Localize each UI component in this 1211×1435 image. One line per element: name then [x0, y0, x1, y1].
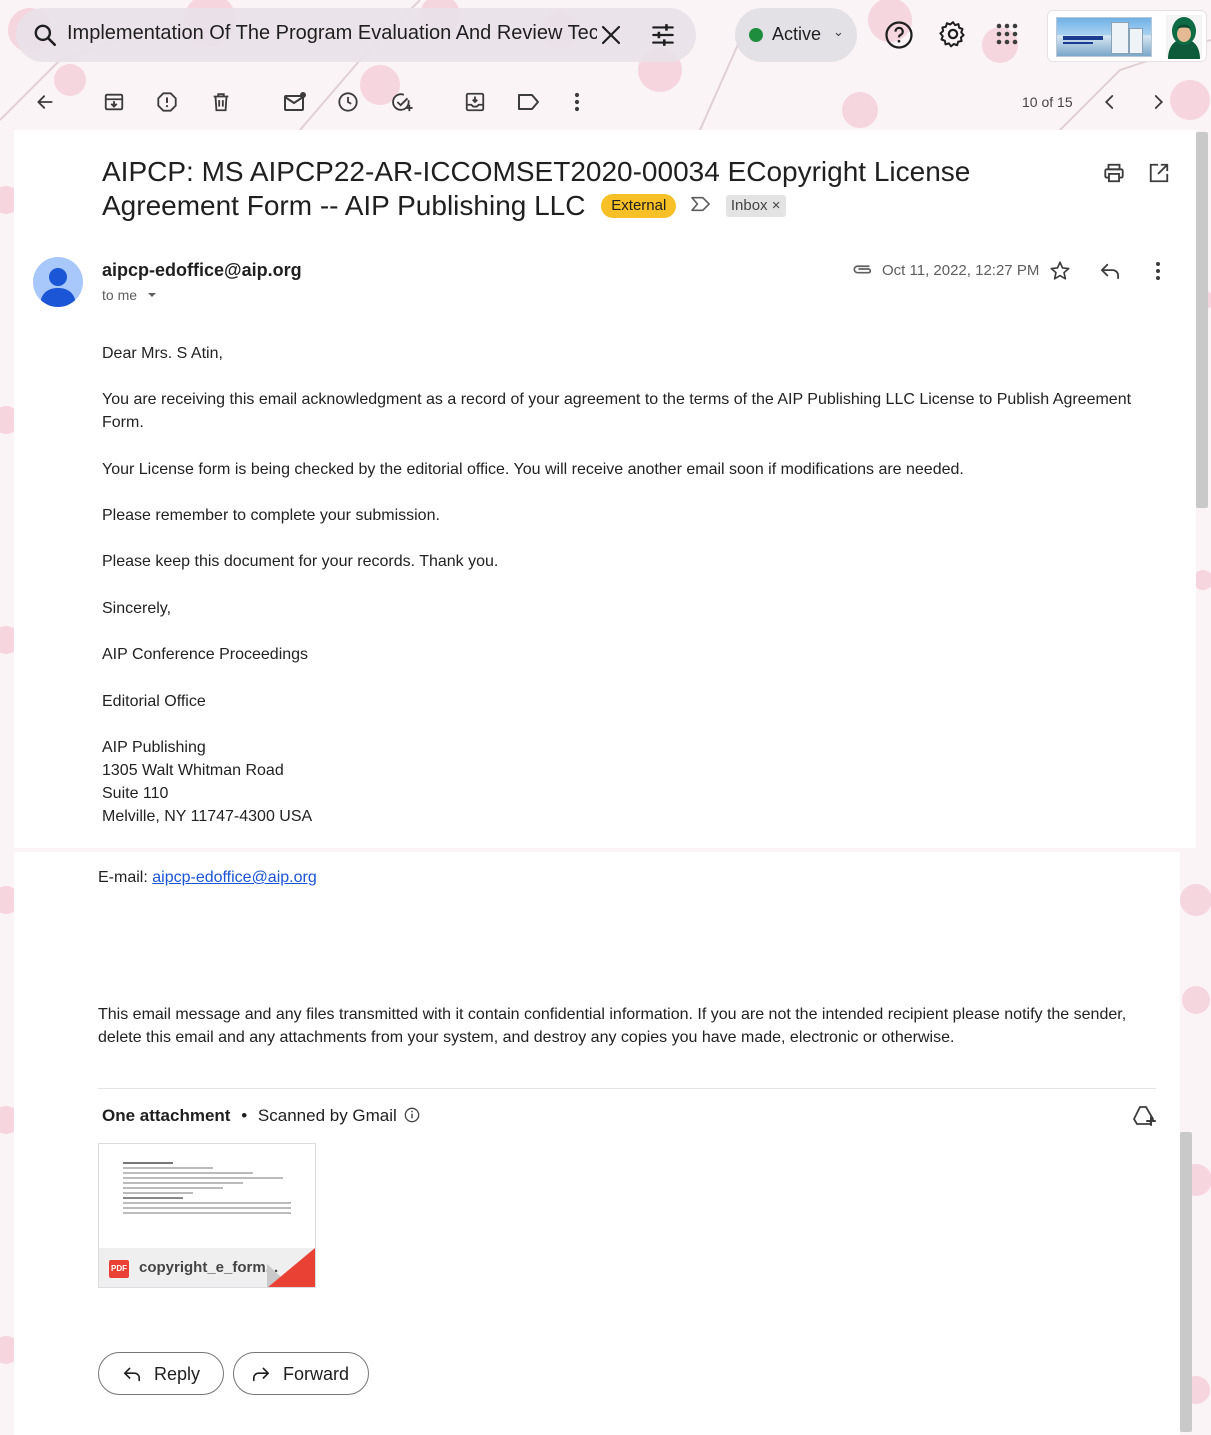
- status-selector[interactable]: Active ⌄: [735, 8, 857, 62]
- heading-separator: •: [241, 1106, 248, 1125]
- address-line: 1305 Walt Whitman Road: [102, 762, 284, 779]
- user-avatar[interactable]: [1166, 15, 1202, 59]
- apps-grid-icon[interactable]: [995, 22, 1019, 46]
- attachments-heading: One attachment • Scanned by Gmail: [102, 1106, 420, 1126]
- back-arrow-icon[interactable]: [35, 92, 55, 112]
- mark-unread-icon[interactable]: [283, 91, 307, 113]
- address-line: Melville, NY 11747-4300 USA: [102, 808, 313, 825]
- search-input[interactable]: Implementation Of The Program Evaluation…: [67, 22, 597, 45]
- chevron-down-icon: ⌄: [833, 24, 844, 39]
- body-paragraph-1: You are receiving this email acknowledgm…: [102, 391, 1132, 431]
- scrollbar-thumb[interactable]: [1196, 132, 1208, 508]
- attachment-footer: PDF copyright_e_form...: [99, 1248, 315, 1287]
- search-options-icon[interactable]: [650, 22, 676, 48]
- status-dot-icon: [749, 28, 763, 42]
- older-chevron-right-icon[interactable]: [1149, 93, 1167, 111]
- message-subject: AIPCP: MS AIPCP22-AR-ICCOMSET2020-00034 …: [102, 155, 1092, 223]
- newer-chevron-left-icon[interactable]: [1101, 93, 1119, 111]
- forward-button[interactable]: Forward: [233, 1352, 369, 1395]
- save-to-drive-icon[interactable]: [1132, 1105, 1156, 1127]
- attachment-card[interactable]: PDF copyright_e_form...: [98, 1143, 316, 1288]
- external-badge: External: [601, 194, 677, 218]
- body-signoff: Sincerely,: [102, 600, 172, 617]
- subject-text: AIPCP: MS AIPCP22-AR-ICCOMSET2020-00034 …: [102, 156, 971, 221]
- forward-label: Forward: [283, 1364, 350, 1384]
- sender-avatar[interactable]: [33, 257, 83, 307]
- print-icon[interactable]: [1103, 162, 1125, 184]
- account-switcher[interactable]: [1047, 10, 1207, 62]
- attachment-divider: [98, 1088, 1156, 1089]
- body-paragraph-3: Please remember to complete your submiss…: [102, 507, 440, 524]
- person-icon: [40, 268, 76, 307]
- status-label: Active: [772, 24, 822, 44]
- message-more-vertical-icon[interactable]: [1153, 261, 1163, 281]
- reply-arrow-icon: [123, 1367, 141, 1382]
- attachment-preview-thumbnail: [99, 1144, 315, 1248]
- scrollbar-thumb-lower[interactable]: [1180, 1132, 1192, 1432]
- confidentiality-disclaimer: This email message and any files transmi…: [98, 1006, 1127, 1046]
- email-link[interactable]: aipcp-edoffice@aip.org: [152, 869, 317, 886]
- reply-label: Reply: [154, 1364, 201, 1384]
- remove-label-icon[interactable]: ×: [772, 197, 781, 214]
- pagination-count: 10 of 15: [1022, 94, 1073, 110]
- recipient-details-toggle[interactable]: to me: [102, 287, 159, 303]
- attachments-count: One attachment: [102, 1106, 231, 1125]
- attachment-clip-icon: [853, 265, 872, 274]
- help-icon[interactable]: [884, 20, 914, 50]
- search-bar[interactable]: Implementation Of The Program Evaluation…: [16, 8, 696, 62]
- attachment-filename: copyright_e_form...: [139, 1259, 279, 1276]
- move-to-icon[interactable]: [464, 91, 486, 113]
- reply-button[interactable]: Reply: [98, 1352, 224, 1395]
- info-icon[interactable]: [404, 1107, 420, 1123]
- delete-trash-icon[interactable]: [210, 91, 232, 113]
- email-prefix: E-mail:: [98, 869, 153, 886]
- scanned-by-gmail: Scanned by Gmail: [257, 1106, 397, 1125]
- settings-gear-icon[interactable]: [938, 19, 968, 49]
- add-to-tasks-icon[interactable]: [390, 91, 414, 113]
- body-greeting: Dear Mrs. S Atin,: [102, 345, 223, 362]
- organization-logo: [1056, 17, 1152, 57]
- more-vertical-icon[interactable]: [572, 91, 582, 113]
- sender-email[interactable]: aipcp-edoffice@aip.org: [102, 260, 302, 281]
- body-paragraph-4: Please keep this document for your recor…: [102, 553, 499, 570]
- label-icon[interactable]: [517, 92, 541, 112]
- address-line: Suite 110: [102, 785, 169, 802]
- pdf-file-icon: PDF: [109, 1260, 129, 1278]
- forward-arrow-icon: [253, 1367, 270, 1382]
- reply-arrow-icon[interactable]: [1099, 262, 1121, 280]
- report-spam-icon[interactable]: [156, 91, 178, 113]
- clear-search-icon[interactable]: [599, 23, 623, 47]
- star-icon[interactable]: [1049, 260, 1071, 282]
- caret-down-icon: [147, 293, 156, 297]
- search-icon[interactable]: [32, 22, 58, 48]
- body-org: AIP Conference Proceedings: [102, 646, 309, 663]
- body-office: Editorial Office: [102, 693, 206, 710]
- address-line: AIP Publishing: [102, 739, 206, 756]
- message-date: Oct 11, 2022, 12:27 PM: [882, 262, 1040, 279]
- open-in-new-window-icon[interactable]: [1148, 162, 1170, 184]
- inbox-label-chip[interactable]: Inbox ×: [725, 195, 786, 217]
- recipient-label: to me: [102, 287, 138, 303]
- archive-icon[interactable]: [103, 91, 125, 113]
- body-paragraph-2: Your License form is being checked by th…: [102, 461, 964, 478]
- pdf-corner-fold: [267, 1248, 315, 1287]
- email-line: E-mail: aipcp-edoffice@aip.org: [98, 866, 317, 889]
- importance-marker-icon[interactable]: [690, 195, 712, 213]
- snooze-clock-icon[interactable]: [337, 91, 359, 113]
- inbox-label-text: Inbox: [730, 197, 768, 214]
